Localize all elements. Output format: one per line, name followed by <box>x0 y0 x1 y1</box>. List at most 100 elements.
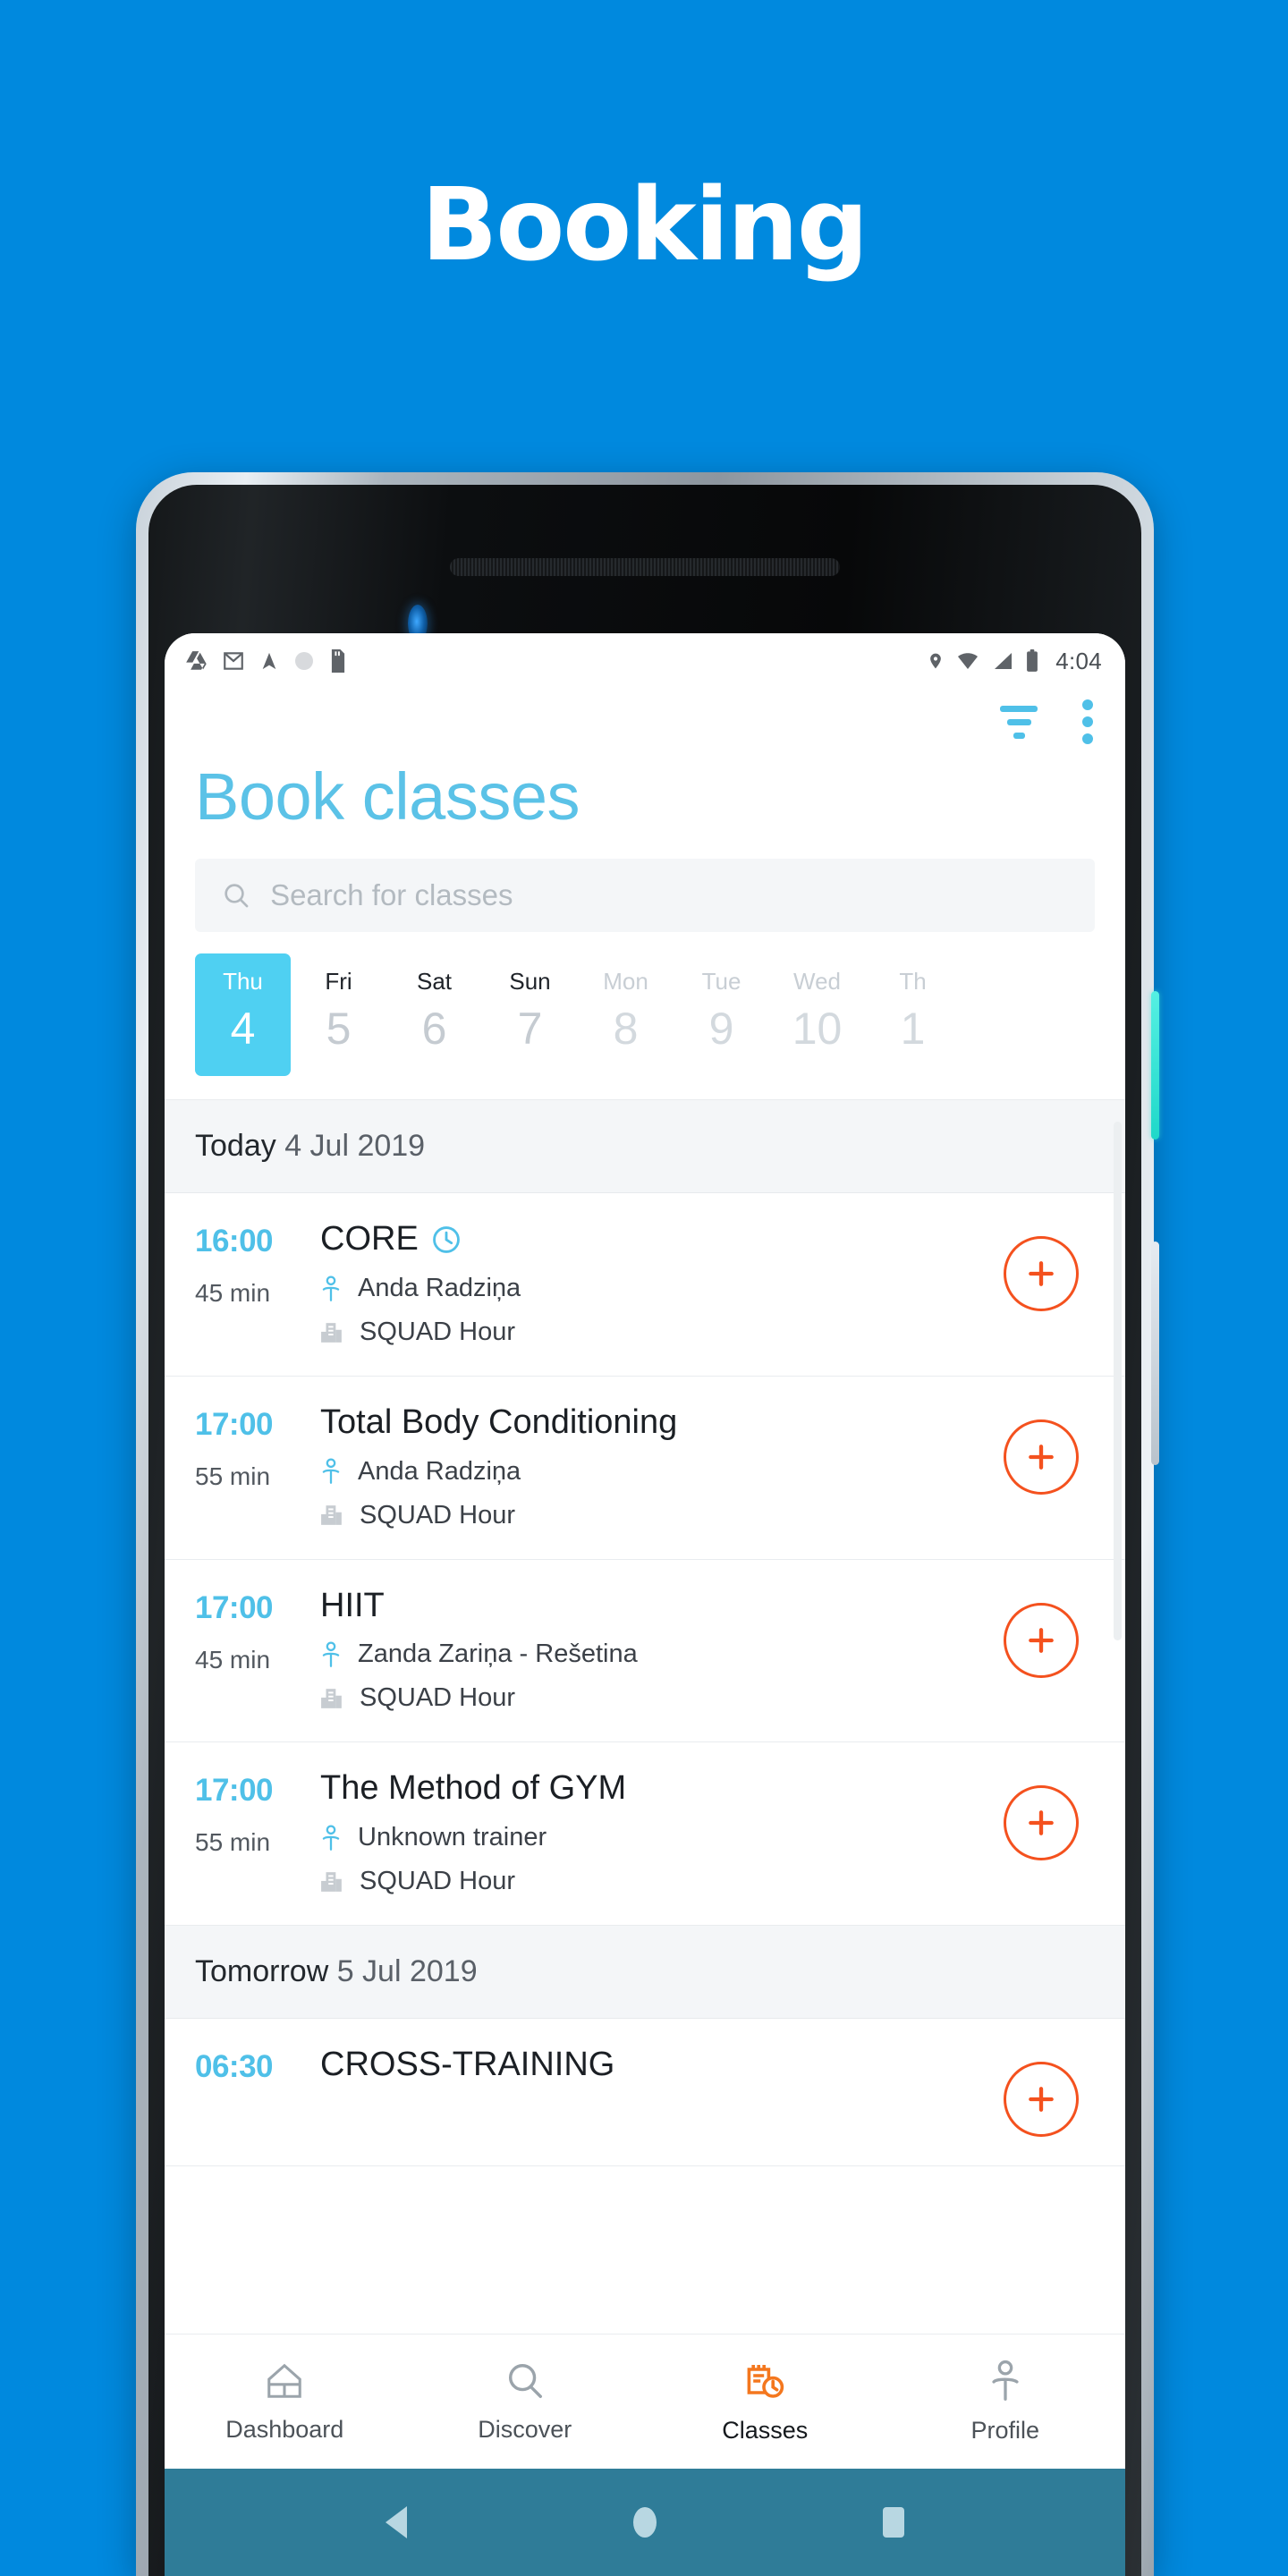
date-selector[interactable]: Thu 4 Fri 5 Sat 6 Sun 7 Mon 8 Tue 9 Wed … <box>165 932 1125 1100</box>
date-chip-7[interactable]: Th 1 <box>865 953 961 1077</box>
building-icon <box>321 1871 342 1892</box>
status-bar-left-icons <box>184 649 347 673</box>
signal-icon <box>995 653 1013 669</box>
section-date: 4 Jul 2019 <box>284 1129 426 1164</box>
add-class-button[interactable] <box>1004 1236 1079 1312</box>
phone-mockup: 4:04 Book classes Thu 4 Fri 5 <box>136 472 1159 2576</box>
android-system-navigation-bar <box>165 2469 1125 2576</box>
class-duration: 55 min <box>195 1828 271 1857</box>
class-info-column: Total Body Conditioning Anda Radziņa SQU… <box>313 1403 987 1530</box>
class-info-column: HIIT Zanda Zariņa - Rešetina SQUAD Hour <box>313 1587 987 1714</box>
class-list[interactable]: Today 4 Jul 2019 16:00 45 min CORE Anda <box>165 1099 1125 2334</box>
class-time-column: 17:00 55 min <box>195 1403 313 1491</box>
nav-item-dashboard[interactable]: Dashboard <box>165 2360 405 2444</box>
nav-item-classes[interactable]: Classes <box>645 2360 886 2445</box>
date-chip-3[interactable]: Sun 7 <box>482 953 578 1077</box>
class-add-column <box>987 1587 1095 1678</box>
building-icon <box>321 1505 342 1526</box>
date-chip-num: 4 <box>230 1003 256 1054</box>
class-time: 17:00 <box>195 1773 274 1809</box>
add-class-button[interactable] <box>1004 1785 1079 1861</box>
status-bar-right-icons: 4:04 <box>927 648 1102 675</box>
class-row[interactable]: 17:00 55 min Total Body Conditioning And… <box>165 1377 1125 1560</box>
class-add-column <box>987 2046 1095 2138</box>
back-triangle-icon[interactable] <box>385 2506 407 2538</box>
date-chip-dow: Mon <box>603 967 648 995</box>
class-trainer: Anda Radziņa <box>358 1274 521 1303</box>
class-name-wrap: Total Body Conditioning <box>320 1403 987 1443</box>
clock-icon <box>432 1226 460 1254</box>
calendar-clock-icon <box>747 2364 784 2398</box>
wifi-icon <box>958 653 979 669</box>
building-icon <box>321 1689 342 1708</box>
class-time: 17:00 <box>195 1589 274 1625</box>
nav-label: Profile <box>970 2416 1040 2444</box>
class-row[interactable]: 17:00 55 min The Method of GYM Unknown t… <box>165 1742 1125 1927</box>
class-venue: SQUAD Hour <box>360 1683 516 1713</box>
building-icon <box>321 1322 342 1343</box>
plus-icon <box>1029 1445 1054 1470</box>
drive-icon <box>186 651 207 670</box>
nav-label: Discover <box>478 2415 572 2443</box>
date-chip-num: 5 <box>326 1003 352 1054</box>
add-class-button[interactable] <box>1004 1419 1079 1496</box>
home-circle-icon[interactable] <box>632 2507 657 2538</box>
gmail-icon <box>224 652 243 670</box>
class-venue-row: SQUAD Hour <box>320 1501 987 1530</box>
search-box[interactable] <box>195 858 1095 932</box>
power-button[interactable] <box>1151 991 1159 1140</box>
date-chip-5[interactable]: Tue 9 <box>674 953 769 1077</box>
circle-icon <box>295 652 313 670</box>
date-chip-0[interactable]: Thu 4 <box>195 953 291 1077</box>
class-venue-row: SQUAD Hour <box>320 1867 987 1896</box>
section-label: Tomorrow <box>195 1954 329 1989</box>
nav-item-profile[interactable]: Profile <box>886 2360 1126 2445</box>
class-name-wrap: CORE <box>320 1220 987 1259</box>
add-class-button[interactable] <box>1004 2062 1079 2138</box>
class-add-column <box>987 1769 1095 1861</box>
section-header-tomorrow: Tomorrow 5 Jul 2019 <box>165 1926 1125 2020</box>
class-venue-row: SQUAD Hour <box>320 1683 987 1713</box>
more-options-icon[interactable] <box>1080 699 1095 744</box>
person-icon <box>322 1275 340 1301</box>
status-bar-clock: 4:04 <box>1055 647 1102 674</box>
class-name-wrap: CROSS-TRAINING <box>320 2046 987 2085</box>
class-time: 06:30 <box>195 2049 274 2085</box>
date-chip-4[interactable]: Mon 8 <box>578 953 674 1077</box>
class-name: CORE <box>320 1220 419 1258</box>
date-chip-6[interactable]: Wed 10 <box>769 953 865 1077</box>
person-icon <box>322 1458 340 1485</box>
date-chip-dow: Fri <box>325 967 352 995</box>
class-trainer-row: Anda Radziņa <box>320 1274 987 1303</box>
page-title: Book classes <box>195 759 580 834</box>
filter-icon[interactable] <box>1000 705 1038 739</box>
class-trainer-row: Zanda Zariņa - Rešetina <box>320 1640 987 1669</box>
class-venue-row: SQUAD Hour <box>320 1318 987 1347</box>
nav-item-discover[interactable]: Discover <box>405 2360 646 2444</box>
date-chip-2[interactable]: Sat 6 <box>386 953 482 1077</box>
list-scrollbar[interactable] <box>1114 1122 1122 1641</box>
class-row[interactable]: 06:30 CROSS-TRAINING <box>165 2019 1125 2167</box>
date-chip-1[interactable]: Fri 5 <box>291 953 386 1077</box>
bottom-navigation: Dashboard Discover Classes Profile <box>165 2334 1125 2469</box>
class-time-column: 17:00 45 min <box>195 1587 313 1674</box>
class-trainer: Unknown trainer <box>358 1823 547 1852</box>
add-class-button[interactable] <box>1004 1602 1079 1678</box>
date-chip-dow: Thu <box>223 967 263 995</box>
search-input[interactable] <box>270 877 1068 912</box>
search-icon <box>225 883 249 908</box>
class-trainer-row: Anda Radziņa <box>320 1457 987 1487</box>
location-icon <box>930 653 942 669</box>
class-duration: 55 min <box>195 1462 271 1491</box>
class-row[interactable]: 17:00 45 min HIIT Zanda Zariņa - Rešetin… <box>165 1559 1125 1743</box>
class-trainer: Anda Radziņa <box>358 1456 521 1486</box>
volume-rocker-button[interactable] <box>1151 1241 1159 1465</box>
class-row[interactable]: 16:00 45 min CORE Anda Radziņa SQUAD Hou… <box>165 1193 1125 1377</box>
date-chip-num: 1 <box>900 1003 926 1054</box>
recents-square-icon[interactable] <box>883 2507 905 2538</box>
class-time-column: 17:00 55 min <box>195 1769 313 1857</box>
date-chip-dow: Sun <box>509 967 551 995</box>
nav-label: Dashboard <box>225 2415 344 2443</box>
class-info-column: CORE Anda Radziņa SQUAD Hour <box>313 1220 987 1347</box>
person-icon <box>322 1641 340 1667</box>
